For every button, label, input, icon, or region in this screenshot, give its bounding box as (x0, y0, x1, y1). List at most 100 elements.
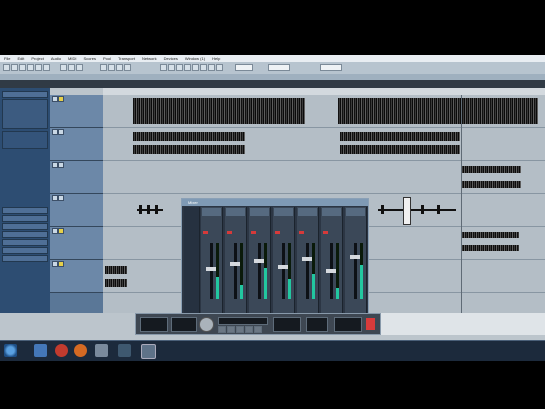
menu-pool[interactable]: Pool (103, 56, 111, 61)
system-tray[interactable] (470, 346, 500, 355)
mixer-channel-strip[interactable] (321, 207, 343, 323)
toolbar-button[interactable] (108, 64, 115, 71)
master-fader[interactable] (354, 243, 357, 299)
solo-button[interactable] (58, 261, 64, 267)
toolbar-button[interactable] (200, 64, 207, 71)
taskbar-app-icon[interactable] (74, 344, 87, 357)
stop-button[interactable] (236, 326, 244, 333)
track-header[interactable] (50, 227, 103, 260)
toolbar-button[interactable] (60, 64, 67, 71)
toolbar-button[interactable] (43, 64, 50, 71)
taskbar-app-icon[interactable] (34, 344, 47, 357)
mixer-channel-strip[interactable] (249, 207, 271, 323)
play-button[interactable] (245, 326, 253, 333)
master-insert-slot[interactable] (346, 208, 365, 216)
mixer-channel-strip[interactable] (273, 207, 295, 323)
inspector-section[interactable] (2, 255, 48, 262)
track-lane[interactable] (103, 128, 545, 161)
track-header[interactable] (50, 260, 103, 293)
record-button[interactable] (251, 231, 256, 234)
grid-selector[interactable] (320, 64, 342, 71)
toolbar-button[interactable] (19, 64, 26, 71)
menu-help[interactable]: Help (212, 56, 220, 61)
toolbar-button[interactable] (11, 64, 18, 71)
track-header[interactable] (50, 194, 103, 227)
toolbar-button[interactable] (208, 64, 215, 71)
menu-window[interactable]: Window (1) (185, 56, 205, 61)
track-lane[interactable] (103, 161, 545, 194)
mixer-window[interactable]: Mixer (181, 198, 369, 324)
mixer-master-strip[interactable] (345, 207, 367, 323)
start-button[interactable] (4, 344, 17, 357)
inspector-section[interactable] (2, 247, 48, 254)
audio-event[interactable] (133, 98, 305, 124)
record-button[interactable] (366, 318, 375, 330)
solo-button[interactable] (58, 129, 64, 135)
taskbar-app-icon[interactable] (118, 344, 131, 357)
selected-event[interactable] (403, 197, 411, 225)
toolbar-button[interactable] (124, 64, 131, 71)
menu-transport[interactable]: Transport (118, 56, 135, 61)
toolbar-button[interactable] (168, 64, 175, 71)
audio-event[interactable] (461, 245, 519, 251)
audio-event[interactable] (133, 132, 245, 141)
channel-insert-slot[interactable] (250, 208, 269, 216)
position-display[interactable] (218, 317, 268, 325)
quantize-selector[interactable] (268, 64, 290, 71)
inspector-section[interactable] (2, 239, 48, 246)
tempo-display[interactable] (273, 317, 301, 332)
mixer-title-bar[interactable]: Mixer (182, 199, 368, 206)
record-button[interactable] (299, 231, 304, 234)
inspector-volume[interactable] (2, 131, 48, 149)
channel-insert-slot[interactable] (226, 208, 245, 216)
locator-display[interactable] (171, 317, 197, 332)
inspector-section[interactable] (2, 223, 48, 230)
marker-display[interactable] (306, 317, 328, 332)
jog-knob[interactable] (199, 317, 214, 332)
record-button[interactable] (227, 231, 232, 234)
forward-button[interactable] (227, 326, 235, 333)
toolbar-button[interactable] (160, 64, 167, 71)
inspector-track-settings[interactable] (2, 99, 48, 129)
channel-insert-slot[interactable] (274, 208, 293, 216)
toolbar-button[interactable] (3, 64, 10, 71)
volume-fader[interactable] (282, 243, 285, 299)
sync-display[interactable] (334, 317, 362, 332)
toolbar-button[interactable] (68, 64, 75, 71)
solo-button[interactable] (58, 228, 64, 234)
menu-network[interactable]: Network (142, 56, 157, 61)
audio-event[interactable] (105, 279, 127, 287)
track-header[interactable] (50, 161, 103, 194)
menu-devices[interactable]: Devices (164, 56, 178, 61)
volume-fader[interactable] (258, 243, 261, 299)
menu-edit[interactable]: Edit (17, 56, 24, 61)
track-lane[interactable] (103, 95, 545, 128)
menu-scores[interactable]: Scores (84, 56, 96, 61)
channel-insert-slot[interactable] (322, 208, 341, 216)
toolbar-button[interactable] (176, 64, 183, 71)
audio-event[interactable] (340, 145, 460, 154)
solo-button[interactable] (58, 195, 64, 201)
audio-event[interactable] (340, 132, 460, 141)
mixer-channel-strip[interactable] (201, 207, 223, 323)
audio-event[interactable] (133, 145, 245, 154)
audio-event[interactable] (461, 181, 521, 188)
taskbar-app-icon[interactable] (55, 344, 68, 357)
toolbar-button[interactable] (35, 64, 42, 71)
toolbar-button[interactable] (192, 64, 199, 71)
audio-event[interactable] (461, 166, 521, 173)
rewind-button[interactable] (218, 326, 226, 333)
toolbar-button[interactable] (76, 64, 83, 71)
volume-fader[interactable] (306, 243, 309, 299)
toolbar-button[interactable] (27, 64, 34, 71)
inspector-section[interactable] (2, 91, 48, 98)
taskbar-app-icon[interactable] (95, 344, 108, 357)
channel-insert-slot[interactable] (202, 208, 221, 216)
track-header[interactable] (50, 128, 103, 161)
menu-midi[interactable]: MIDI (68, 56, 76, 61)
inspector-section[interactable] (2, 231, 48, 238)
menu-file[interactable]: File (4, 56, 10, 61)
track-header[interactable] (50, 95, 103, 128)
menu-audio[interactable]: Audio (51, 56, 61, 61)
mixer-channel-strip[interactable] (297, 207, 319, 323)
